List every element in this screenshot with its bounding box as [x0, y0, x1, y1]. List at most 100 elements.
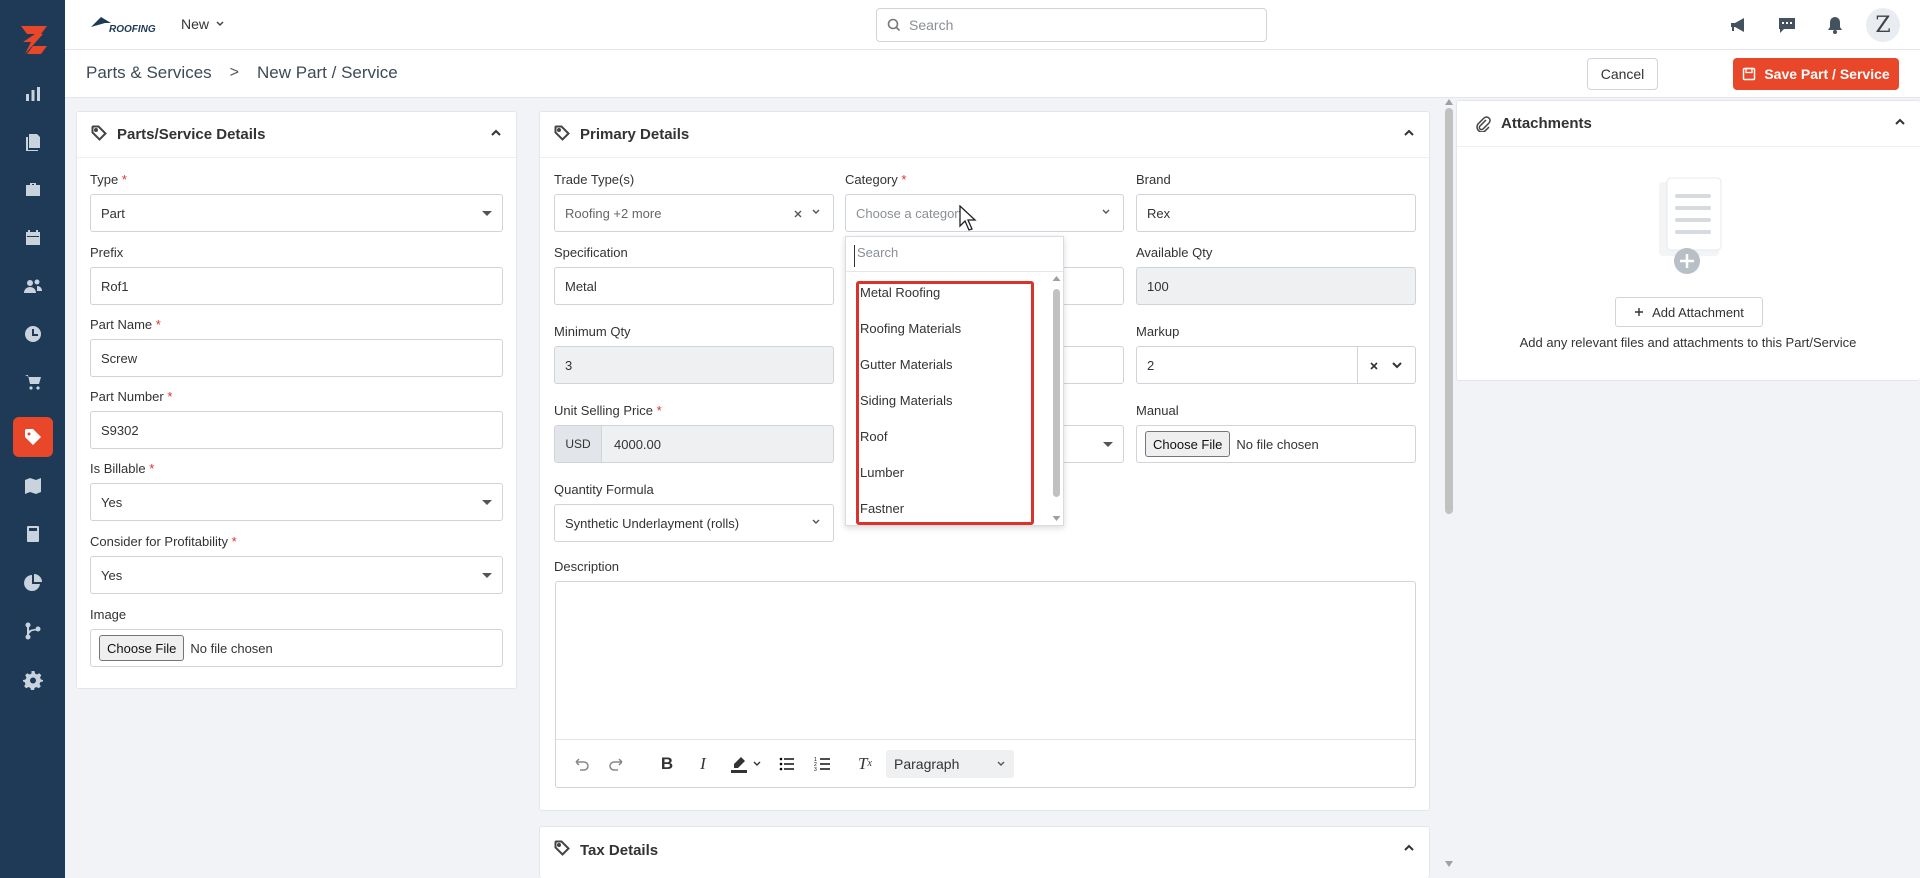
- part-number-input[interactable]: S9302: [90, 411, 503, 449]
- sidebar-item-invoices[interactable]: [13, 514, 53, 554]
- sidebar-item-workflows[interactable]: [13, 611, 53, 651]
- sidebar-item-estimates[interactable]: [13, 122, 53, 162]
- paragraph-select[interactable]: Paragraph: [886, 749, 1014, 778]
- category-option-2[interactable]: Roofing Materials: [860, 321, 961, 336]
- sidebar-item-store[interactable]: [13, 362, 53, 402]
- calculator-icon: [27, 526, 39, 542]
- svg-text:3: 3: [814, 767, 817, 773]
- clear-icon[interactable]: [1369, 361, 1379, 371]
- category-option-4[interactable]: Siding Materials: [860, 393, 953, 408]
- chevron-down-icon[interactable]: [1391, 359, 1403, 371]
- new-menu-label: New: [181, 16, 210, 32]
- scroll-down-arrow-icon[interactable]: [1444, 860, 1454, 868]
- main-scrollbar[interactable]: [1445, 108, 1453, 514]
- image-file-input[interactable]: Choose File No file chosen: [90, 629, 503, 667]
- chevron-up-icon[interactable]: [490, 127, 502, 139]
- breadcrumb: Parts & Services > New Part / Service: [86, 63, 398, 83]
- card-header: Parts/Service Details: [77, 112, 516, 158]
- documents-icon: [26, 134, 40, 151]
- card-title: Attachments: [1501, 115, 1592, 132]
- sidebar-item-customers[interactable]: [13, 266, 53, 306]
- cancel-button[interactable]: Cancel: [1587, 58, 1658, 90]
- bold-icon[interactable]: B: [656, 753, 678, 775]
- announcements-button[interactable]: [1722, 8, 1756, 42]
- quantity-formula-select[interactable]: Synthetic Underlayment (rolls): [554, 504, 834, 542]
- search-icon: [887, 18, 901, 32]
- notifications-button[interactable]: [1818, 8, 1852, 42]
- sidebar-item-settings[interactable]: [13, 660, 53, 700]
- search-input[interactable]: Search: [876, 8, 1267, 42]
- tax-details-card: Tax Details: [539, 826, 1430, 878]
- clear-format-icon[interactable]: Tx: [854, 753, 876, 775]
- category-option-3[interactable]: Gutter Materials: [860, 357, 952, 372]
- choose-file-button[interactable]: Choose File: [1145, 431, 1231, 457]
- chevron-down-icon[interactable]: [752, 759, 762, 769]
- card-header: Primary Details: [540, 112, 1429, 158]
- workflow-icon: [25, 622, 41, 640]
- sidebar-item-parts-services[interactable]: [13, 417, 53, 457]
- app-logo-icon[interactable]: [13, 20, 53, 60]
- chat-button[interactable]: [1770, 8, 1804, 42]
- brand-input[interactable]: Rex: [1136, 194, 1416, 232]
- specification-input[interactable]: Metal: [554, 267, 834, 305]
- category-option-5[interactable]: Roof: [860, 429, 887, 444]
- description-editor[interactable]: B I 123 Tx Paragraph: [555, 581, 1416, 788]
- save-button[interactable]: Save Part / Service: [1733, 58, 1899, 90]
- chevron-up-icon[interactable]: [1894, 116, 1906, 128]
- caret-down-icon: [482, 500, 492, 505]
- part-name-input[interactable]: Screw: [90, 339, 503, 377]
- scroll-down-arrow-icon[interactable]: [1052, 515, 1061, 522]
- avatar[interactable]: Z: [1866, 8, 1900, 42]
- category-search-input[interactable]: Search: [854, 245, 1054, 267]
- scroll-up-arrow-icon[interactable]: [1052, 275, 1061, 282]
- chevron-up-icon[interactable]: [1403, 127, 1415, 139]
- part-name-value: Screw: [101, 350, 138, 366]
- card-title: Primary Details: [580, 126, 690, 143]
- sidebar-item-jobs[interactable]: [13, 170, 53, 210]
- part-number-label: Part Number *: [90, 389, 173, 404]
- card-title: Tax Details: [580, 841, 659, 859]
- sidebar-item-timesheets[interactable]: [13, 314, 53, 354]
- category-option-6[interactable]: Lumber: [860, 465, 904, 480]
- sidebar-item-reports[interactable]: [13, 563, 53, 603]
- sidebar-item-map[interactable]: [13, 466, 53, 506]
- type-select[interactable]: Part: [90, 194, 503, 232]
- chevron-up-icon[interactable]: [1403, 842, 1415, 854]
- category-select[interactable]: Choose a category: [845, 194, 1124, 232]
- billable-select[interactable]: Yes: [90, 483, 503, 521]
- redo-icon[interactable]: [606, 753, 628, 775]
- prefix-input[interactable]: Rof1: [90, 267, 503, 305]
- sidebar-item-dashboard[interactable]: [13, 74, 53, 114]
- card-header: Tax Details: [540, 827, 1429, 873]
- editor-toolbar: B I 123 Tx Paragraph: [556, 739, 1415, 787]
- numbered-list-icon[interactable]: 123: [812, 753, 834, 775]
- undo-icon[interactable]: [570, 753, 592, 775]
- profitability-select[interactable]: Yes: [90, 556, 503, 594]
- bar-chart-icon: [26, 87, 40, 101]
- unit-selling-price-value: 4000.00: [614, 436, 661, 452]
- clear-icon[interactable]: [793, 209, 803, 219]
- markup-input[interactable]: 2: [1136, 346, 1416, 384]
- category-option-7[interactable]: Fastner: [860, 501, 904, 516]
- add-attachment-button[interactable]: Add Attachment: [1615, 297, 1763, 327]
- available-qty-input: 100: [1136, 267, 1416, 305]
- part-number-value: S9302: [101, 422, 139, 438]
- new-menu[interactable]: New: [181, 16, 225, 32]
- scroll-up-arrow-icon[interactable]: [1444, 98, 1454, 106]
- trade-type-select[interactable]: Roofing +2 more: [554, 194, 834, 232]
- category-option-1[interactable]: Metal Roofing: [860, 285, 940, 300]
- italic-icon[interactable]: I: [692, 753, 714, 775]
- divider: [1357, 347, 1358, 383]
- highlight-icon[interactable]: [728, 753, 750, 775]
- empty-attachments-illustration-icon: [1659, 177, 1722, 274]
- manual-file-input[interactable]: Choose File No file chosen: [1136, 425, 1416, 463]
- sidebar-item-calendar[interactable]: [13, 218, 53, 258]
- choose-file-button[interactable]: Choose File: [99, 635, 185, 661]
- part-name-label: Part Name *: [90, 317, 161, 332]
- breadcrumb-parent[interactable]: Parts & Services: [86, 63, 212, 83]
- minimum-qty-value: 3: [565, 357, 573, 373]
- dropdown-scrollbar[interactable]: [1053, 289, 1060, 497]
- roofing-brand-logo[interactable]: ROOFING: [89, 13, 159, 35]
- bullet-list-icon[interactable]: [776, 753, 798, 775]
- prefix-value: Rof1: [101, 278, 129, 294]
